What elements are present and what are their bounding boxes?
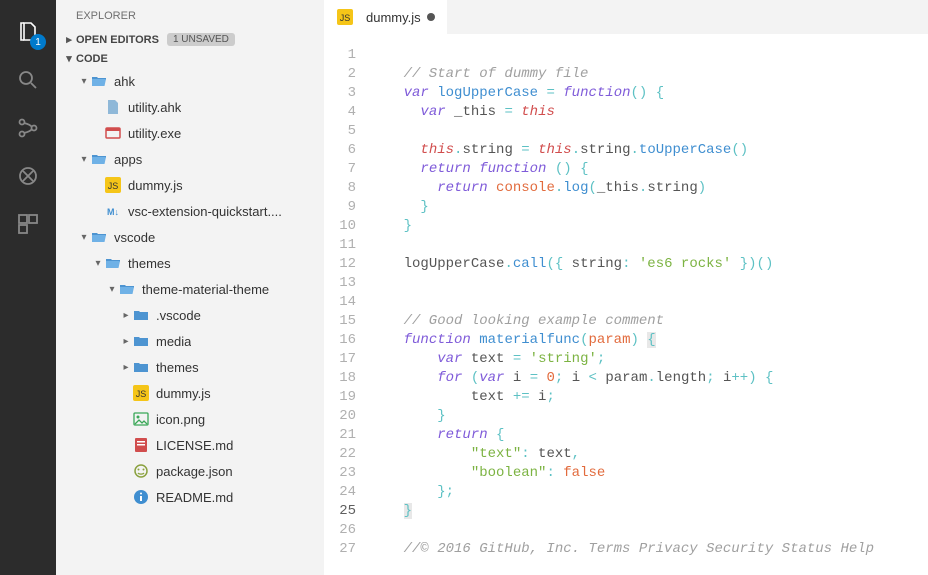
tree-item[interactable]: utility.ahk <box>56 94 324 120</box>
root-label: CODE <box>76 53 108 65</box>
tree-item[interactable]: LICENSE.md <box>56 432 324 458</box>
tab-label: dummy.js <box>366 10 421 25</box>
chevron-icon: ▸ <box>120 336 132 347</box>
tree-item-label: icon.png <box>156 412 205 427</box>
tree-item-label: apps <box>114 152 142 167</box>
svg-text:JS: JS <box>136 389 147 399</box>
file-icon <box>104 98 122 116</box>
tree-item[interactable]: README.md <box>56 484 324 510</box>
folder-open-icon <box>90 72 108 90</box>
activity-debug[interactable] <box>0 152 56 200</box>
md-alt-icon: M↓ <box>104 202 122 220</box>
js-icon: JS <box>132 384 150 402</box>
chevron-icon: ▾ <box>78 232 90 243</box>
tabs: JS dummy.js <box>324 0 928 34</box>
tree-item-label: ahk <box>114 74 135 89</box>
tree-item[interactable]: JS dummy.js <box>56 380 324 406</box>
tree-item-label: themes <box>156 360 199 375</box>
tree-item[interactable]: JS dummy.js <box>56 172 324 198</box>
tree-item[interactable]: M↓ vsc-extension-quickstart.... <box>56 198 324 224</box>
unsaved-count: 1 UNSAVED <box>167 33 235 46</box>
tree-item-label: dummy.js <box>156 386 211 401</box>
chevron-icon: ▸ <box>62 33 76 46</box>
tree-item-label: utility.ahk <box>128 100 181 115</box>
tree-item[interactable]: ▾ theme-material-theme <box>56 276 324 302</box>
tree-item[interactable]: package.json <box>56 458 324 484</box>
code-content[interactable]: // Start of dummy file var logUpperCase … <box>370 34 928 575</box>
activity-files[interactable]: 1 <box>0 8 56 56</box>
exe-icon <box>104 124 122 142</box>
code-area[interactable]: 1234567891011121314151617181920212223242… <box>324 34 928 575</box>
root-header[interactable]: ▾ CODE <box>56 49 324 68</box>
tree-item-label: README.md <box>156 490 233 505</box>
chevron-icon: ▾ <box>92 258 104 269</box>
tree-item[interactable]: icon.png <box>56 406 324 432</box>
tree-item-label: dummy.js <box>128 178 183 193</box>
tree-item-label: themes <box>128 256 171 271</box>
js-icon: JS <box>336 8 354 26</box>
json-icon <box>132 462 150 480</box>
folder-icon <box>132 332 150 350</box>
chevron-icon: ▸ <box>120 362 132 373</box>
folder-open-icon <box>90 150 108 168</box>
folder-icon <box>132 358 150 376</box>
tree-item[interactable]: ▾ ahk <box>56 68 324 94</box>
tree-item[interactable]: ▾ themes <box>56 250 324 276</box>
tree-item-label: theme-material-theme <box>142 282 269 297</box>
js-icon: JS <box>104 176 122 194</box>
activity-bar: 1 <box>0 0 56 575</box>
editor: JS dummy.js 1234567891011121314151617181… <box>324 0 928 575</box>
tree-item-label: utility.exe <box>128 126 181 141</box>
folder-open-icon <box>90 228 108 246</box>
open-editors-label: OPEN EDITORS <box>76 34 159 46</box>
tree-item[interactable]: utility.exe <box>56 120 324 146</box>
image-icon <box>132 410 150 428</box>
activity-scm[interactable] <box>0 104 56 152</box>
folder-open-icon <box>104 254 122 272</box>
tree-item-label: package.json <box>156 464 233 479</box>
line-gutter: 1234567891011121314151617181920212223242… <box>324 34 370 575</box>
svg-text:JS: JS <box>340 13 351 23</box>
dirty-dot-icon <box>427 13 435 21</box>
license-icon <box>132 436 150 454</box>
tree-item-label: LICENSE.md <box>156 438 233 453</box>
tree-item[interactable]: ▸ themes <box>56 354 324 380</box>
chevron-icon: ▸ <box>120 310 132 321</box>
tree-item[interactable]: ▸ .vscode <box>56 302 324 328</box>
sidebar: EXPLORER ▸ OPEN EDITORS 1 UNSAVED ▾ CODE… <box>56 0 324 575</box>
tree-item-label: .vscode <box>156 308 201 323</box>
tree-item[interactable]: ▾ apps <box>56 146 324 172</box>
chevron-icon: ▾ <box>78 154 90 165</box>
tree-item[interactable]: ▾ vscode <box>56 224 324 250</box>
open-editors-header[interactable]: ▸ OPEN EDITORS 1 UNSAVED <box>56 30 324 49</box>
activity-search[interactable] <box>0 56 56 104</box>
tree-item[interactable]: ▸ media <box>56 328 324 354</box>
file-tree[interactable]: ▾ ahk utility.ahk utility.exe ▾ apps JS dummy.j… <box>56 68 324 575</box>
chevron-icon: ▾ <box>106 284 118 295</box>
sidebar-title: EXPLORER <box>56 0 324 30</box>
tree-item-label: vsc-extension-quickstart.... <box>128 204 282 219</box>
activity-extensions[interactable] <box>0 200 56 248</box>
svg-text:M↓: M↓ <box>107 207 119 217</box>
tree-item-label: vscode <box>114 230 155 245</box>
info-icon <box>132 488 150 506</box>
unsaved-badge: 1 <box>30 34 46 50</box>
chevron-down-icon: ▾ <box>62 52 76 65</box>
chevron-icon: ▾ <box>78 76 90 87</box>
tree-item-label: media <box>156 334 191 349</box>
folder-icon <box>132 306 150 324</box>
tab-dummy-js[interactable]: JS dummy.js <box>324 0 448 34</box>
folder-open-icon <box>118 280 136 298</box>
svg-text:JS: JS <box>108 181 119 191</box>
